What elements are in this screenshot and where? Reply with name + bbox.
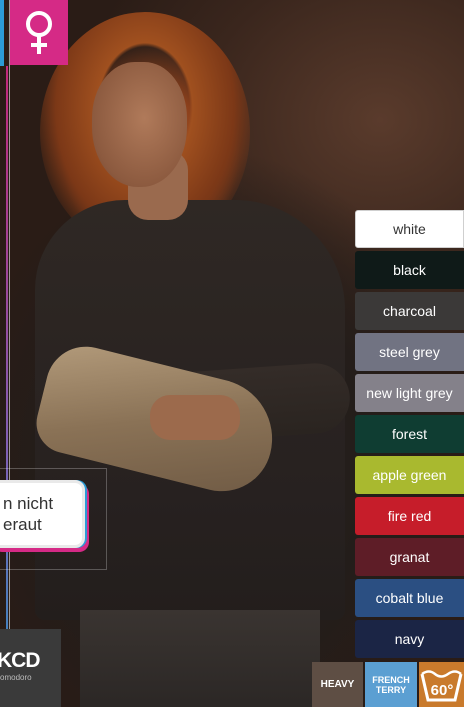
wash-temp-text: 60°: [431, 682, 454, 699]
model-hands: [150, 395, 240, 440]
color-swatch-label: forest: [391, 426, 427, 442]
color-swatch-label: steel grey: [379, 344, 440, 360]
color-swatch-label: white: [393, 221, 426, 237]
color-swatch-list: white black charcoal steel grey new light gr…: [355, 210, 464, 661]
feature-callout: n nicht eraut: [0, 480, 85, 548]
wash-tub-icon: 60°: [420, 670, 463, 702]
color-swatch-label: navy: [394, 631, 425, 647]
color-swatch-forest[interactable]: forest: [355, 415, 464, 453]
divider: [9, 0, 10, 707]
color-swatch-navy[interactable]: navy: [355, 620, 464, 658]
color-swatch-label: black: [393, 262, 426, 278]
model-trousers: [80, 610, 320, 707]
color-swatch-white[interactable]: white: [355, 210, 464, 248]
color-swatch-label: fire red: [387, 508, 432, 524]
brand-logo: KCD: [0, 649, 41, 672]
callout-line-1: n nicht: [3, 494, 54, 513]
brand-subtext: omodoro: [0, 673, 32, 682]
wash-60-icon: 60°: [419, 662, 464, 707]
brand-logo-box: KCD omodoro: [0, 629, 61, 707]
color-swatch-granat[interactable]: granat: [355, 538, 464, 576]
color-swatch-black[interactable]: black: [355, 251, 464, 289]
female-symbol-icon: [26, 10, 52, 54]
color-swatch-apple-green[interactable]: apple green: [355, 456, 464, 494]
color-swatch-charcoal[interactable]: charcoal: [355, 292, 464, 330]
model-face: [92, 62, 187, 187]
gradient-rail: [6, 66, 8, 707]
color-swatch-new-light-grey[interactable]: new light grey: [355, 374, 464, 412]
french-terry-line-1: FRENCH: [372, 674, 410, 685]
color-swatch-steel-grey[interactable]: steel grey: [355, 333, 464, 371]
heavy-label: HEAVY: [320, 679, 355, 690]
female-badge: [10, 0, 68, 65]
color-swatch-label: new light grey: [366, 385, 453, 401]
french-terry-line-2: TERRY: [375, 684, 407, 695]
heavy-badge: HEAVY: [312, 662, 363, 707]
callout-line-2: eraut: [3, 515, 42, 534]
color-swatch-cobalt-blue[interactable]: cobalt blue: [355, 579, 464, 617]
accent-bar: [0, 0, 4, 66]
french-terry-badge: FRENCH TERRY: [365, 662, 417, 707]
color-swatch-label: apple green: [372, 467, 447, 483]
color-swatch-label: cobalt blue: [375, 590, 444, 606]
color-swatch-label: charcoal: [383, 303, 436, 319]
color-swatch-fire-red[interactable]: fire red: [355, 497, 464, 535]
color-swatch-label: granat: [389, 549, 430, 565]
